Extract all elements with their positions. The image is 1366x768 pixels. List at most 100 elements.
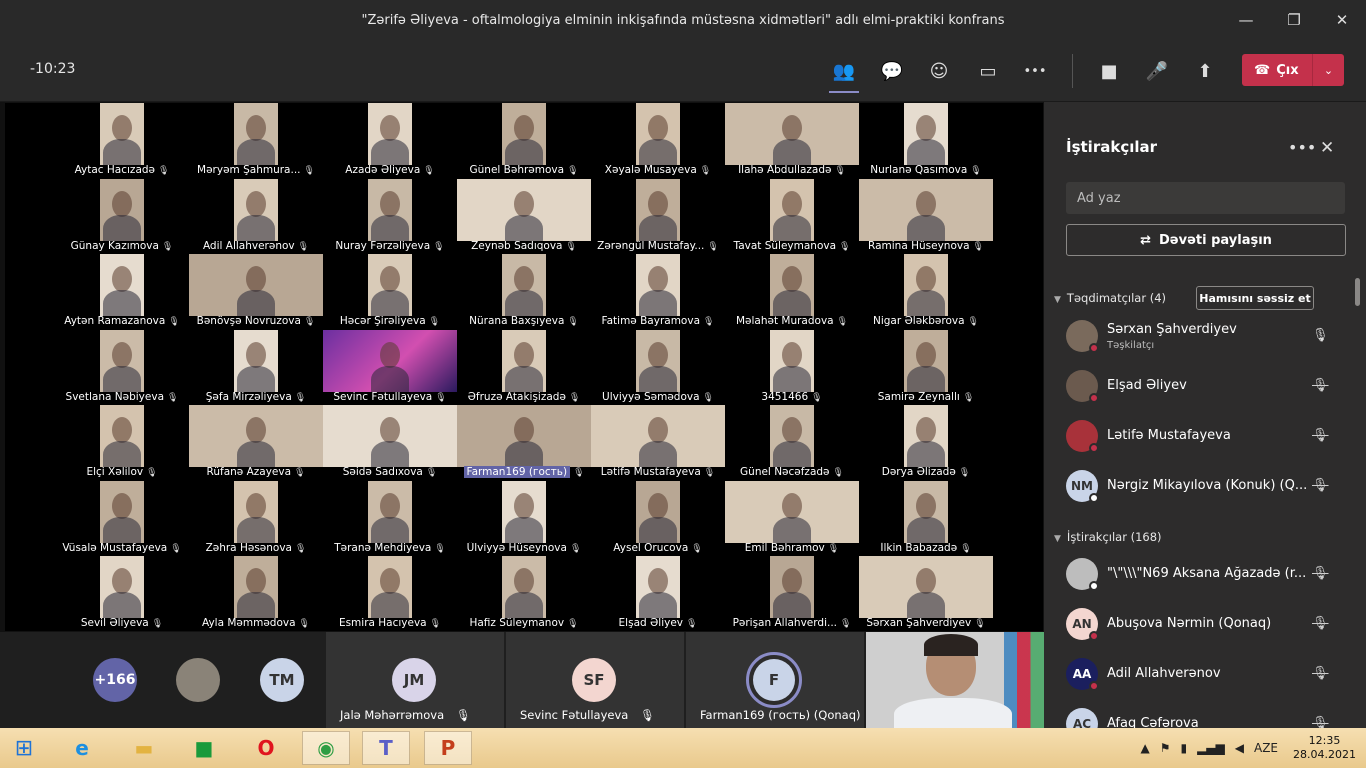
- video-tile[interactable]: Ülviyyə Səmədova 🎙: [591, 329, 725, 405]
- video-tile[interactable]: 3451466 🎙: [725, 329, 859, 405]
- video-tile[interactable]: Ramina Hüseynova 🎙: [859, 178, 993, 254]
- participants-icon[interactable]: 👥: [829, 58, 859, 93]
- minimize-button[interactable]: —: [1222, 0, 1270, 40]
- video-tile[interactable]: Xəyalə Musayeva 🎙: [591, 103, 725, 178]
- video-tile[interactable]: Aysel Orucova 🎙: [591, 480, 725, 556]
- video-tile[interactable]: Lətifə Mustafayeva 🎙: [591, 405, 725, 480]
- tray-expand-icon[interactable]: ▲: [1140, 741, 1149, 755]
- powerpoint-icon[interactable]: P: [424, 731, 472, 765]
- video-tile[interactable]: Svetlana Nəbiyeva 🎙: [55, 329, 189, 405]
- video-tile[interactable]: Adil Allahverənov 🎙: [189, 178, 323, 254]
- video-tile[interactable]: İlkin Babazadə 🎙: [859, 480, 993, 556]
- video-tile[interactable]: Esmira Hacıyeva 🎙: [323, 556, 457, 631]
- leave-button[interactable]: ☎ Çıx ⌄: [1242, 54, 1344, 86]
- video-tile[interactable]: Sərxan Şahverdiyev 🎙: [859, 556, 993, 631]
- video-tile[interactable]: İlahə Abdullazadə 🎙: [725, 103, 859, 178]
- teams-icon[interactable]: T: [362, 731, 410, 765]
- chat-icon[interactable]: 💬: [879, 58, 905, 84]
- leave-options-chevron-icon[interactable]: ⌄: [1312, 54, 1344, 86]
- overflow-participants-button[interactable]: +166: [93, 658, 137, 702]
- video-tile[interactable]: Rüfanə Azayeva 🎙: [189, 405, 323, 480]
- video-tile[interactable]: Tavat Süleymanova 🎙: [725, 178, 859, 254]
- flag-icon[interactable]: ⚑: [1160, 741, 1171, 755]
- video-tile[interactable]: Hafiz Süleymanov 🎙: [457, 556, 591, 631]
- video-tile[interactable]: Samirə Zeynallı 🎙: [859, 329, 993, 405]
- participant-photo-avatar[interactable]: [176, 658, 220, 702]
- video-tile[interactable]: Fatimə Bayramova 🎙: [591, 254, 725, 329]
- video-tile[interactable]: Səidə Sadıxova 🎙: [323, 405, 457, 480]
- video-tile[interactable]: Vüsalə Mustafayeva 🎙: [55, 480, 189, 556]
- participant-row[interactable]: AN Abuşova Nərmin (Qonaq) 🎙: [1066, 604, 1356, 648]
- camera-icon[interactable]: ■: [1096, 58, 1122, 84]
- video-tile[interactable]: Pərişan Allahverdi... 🎙: [725, 556, 859, 631]
- more-actions-icon[interactable]: •••: [1022, 58, 1048, 84]
- microphone-icon[interactable]: 🎤: [1144, 58, 1170, 84]
- video-tile[interactable]: Azadə Əliyeva 🎙: [323, 103, 457, 178]
- video-tile[interactable]: Günel Bəhrəmova 🎙: [457, 103, 591, 178]
- video-tile[interactable]: Nürana Baxşıyeva 🎙: [457, 254, 591, 329]
- video-tile[interactable]: Günay Kazımova 🎙: [55, 178, 189, 254]
- opera-icon[interactable]: O: [242, 731, 290, 765]
- participant-row[interactable]: Elşad Əliyev 🎙: [1066, 366, 1356, 410]
- participant-search-input[interactable]: [1066, 182, 1345, 214]
- video-tile[interactable]: Həcər Şirəliyeva 🎙: [323, 254, 457, 329]
- file-explorer-icon[interactable]: ▬: [120, 731, 168, 765]
- start-button[interactable]: ⊞: [0, 731, 48, 765]
- video-tile[interactable]: Bənövşə Novruzova 🎙: [189, 254, 323, 329]
- muted-mic-icon[interactable]: 🎙: [1312, 428, 1329, 443]
- video-tile[interactable]: Məlahət Muradova 🎙: [725, 254, 859, 329]
- video-tile[interactable]: Sevinc Fətullayeva 🎙: [323, 329, 457, 405]
- video-tile[interactable]: Ayla Məmmədova 🎙: [189, 556, 323, 631]
- video-tile[interactable]: Ülviyyə Hüseynova 🎙: [457, 480, 591, 556]
- muted-mic-icon[interactable]: 🎙: [1312, 666, 1329, 681]
- muted-mic-icon[interactable]: 🎙: [1312, 478, 1329, 493]
- participant-avatar-tm[interactable]: TM: [260, 658, 304, 702]
- mic-icon[interactable]: 🎙: [1312, 328, 1329, 343]
- reactions-icon[interactable]: ☺: [926, 58, 952, 84]
- self-view-video[interactable]: [866, 632, 1044, 728]
- participant-tile-farman[interactable]: F Farman169 (гость) (Qonaq): [686, 632, 864, 728]
- video-tile[interactable]: Təranə Mehdiyeva 🎙: [323, 480, 457, 556]
- participant-row[interactable]: Sərxan Şahverdiyev Təşkilatçı 🎙: [1066, 316, 1356, 360]
- breakout-rooms-icon[interactable]: ▭: [975, 58, 1001, 84]
- participant-row[interactable]: "\"\\\"N69 Aksana Ağazadə (r... 🎙: [1066, 554, 1356, 598]
- store-icon[interactable]: ■: [180, 731, 228, 765]
- language-indicator[interactable]: AZE: [1254, 741, 1278, 755]
- battery-icon[interactable]: ▮: [1180, 741, 1187, 755]
- participant-row[interactable]: Lətifə Mustafayeva 🎙: [1066, 416, 1356, 460]
- video-tile[interactable]: Aytən Ramazanova 🎙: [55, 254, 189, 329]
- participant-tile-sf[interactable]: SF Sevinc Fətullayeva 🎙: [506, 632, 684, 728]
- video-tile[interactable]: Sevil Əliyeva 🎙: [55, 556, 189, 631]
- muted-mic-icon[interactable]: 🎙: [1312, 566, 1329, 581]
- close-window-button[interactable]: ✕: [1318, 0, 1366, 40]
- video-tile[interactable]: Şəfa Mirzəliyeva 🎙: [189, 329, 323, 405]
- video-tile[interactable]: Dərya Əlizadə 🎙: [859, 405, 993, 480]
- muted-mic-icon[interactable]: 🎙: [1312, 378, 1329, 393]
- mute-all-button[interactable]: Hamısını səssiz et: [1196, 286, 1314, 310]
- attendees-section-header[interactable]: ▼ İştirakçılar (168): [1054, 530, 1162, 544]
- share-invite-button[interactable]: ⇄ Dəvəti paylaşın: [1066, 224, 1346, 256]
- panel-more-icon[interactable]: •••: [1288, 138, 1316, 157]
- participant-row[interactable]: NM Nərgiz Mikayılova (Konuk) (Q... 🎙: [1066, 466, 1356, 510]
- video-tile[interactable]: Elçi Xəlilov 🎙: [55, 405, 189, 480]
- share-screen-icon[interactable]: ⬆: [1192, 58, 1218, 84]
- volume-icon[interactable]: ◀: [1235, 741, 1244, 755]
- network-icon[interactable]: ▂▄▆: [1197, 741, 1225, 755]
- taskbar-clock[interactable]: 12:35 28.04.2021: [1293, 734, 1356, 762]
- video-tile[interactable]: Nurlanə Qasımova 🎙: [859, 103, 993, 178]
- video-tile[interactable]: Elşad Əliyev 🎙: [591, 556, 725, 631]
- video-tile[interactable]: Əfruzə Atakişizadə 🎙: [457, 329, 591, 405]
- video-tile[interactable]: Məryəm Şahmura... 🎙: [189, 103, 323, 178]
- muted-mic-icon[interactable]: 🎙: [1312, 616, 1329, 631]
- maximize-button[interactable]: ❐: [1270, 0, 1318, 40]
- panel-close-icon[interactable]: ✕: [1320, 138, 1334, 158]
- video-tile[interactable]: Nuray Fərzəliyeva 🎙: [323, 178, 457, 254]
- video-tile[interactable]: Farman169 (гость) 🎙: [457, 405, 591, 480]
- video-tile[interactable]: Zəhra Həsənova 🎙: [189, 480, 323, 556]
- video-tile[interactable]: Nigar Ələkbərova 🎙: [859, 254, 993, 329]
- video-tile[interactable]: Zeynəb Sadıqova 🎙: [457, 178, 591, 254]
- video-tile[interactable]: Aytac Hacızadə 🎙: [55, 103, 189, 178]
- internet-explorer-icon[interactable]: e: [58, 731, 106, 765]
- participant-row[interactable]: AA Adil Allahverənov 🎙: [1066, 654, 1356, 698]
- video-tile[interactable]: Günel Nəcəfzadə 🎙: [725, 405, 859, 480]
